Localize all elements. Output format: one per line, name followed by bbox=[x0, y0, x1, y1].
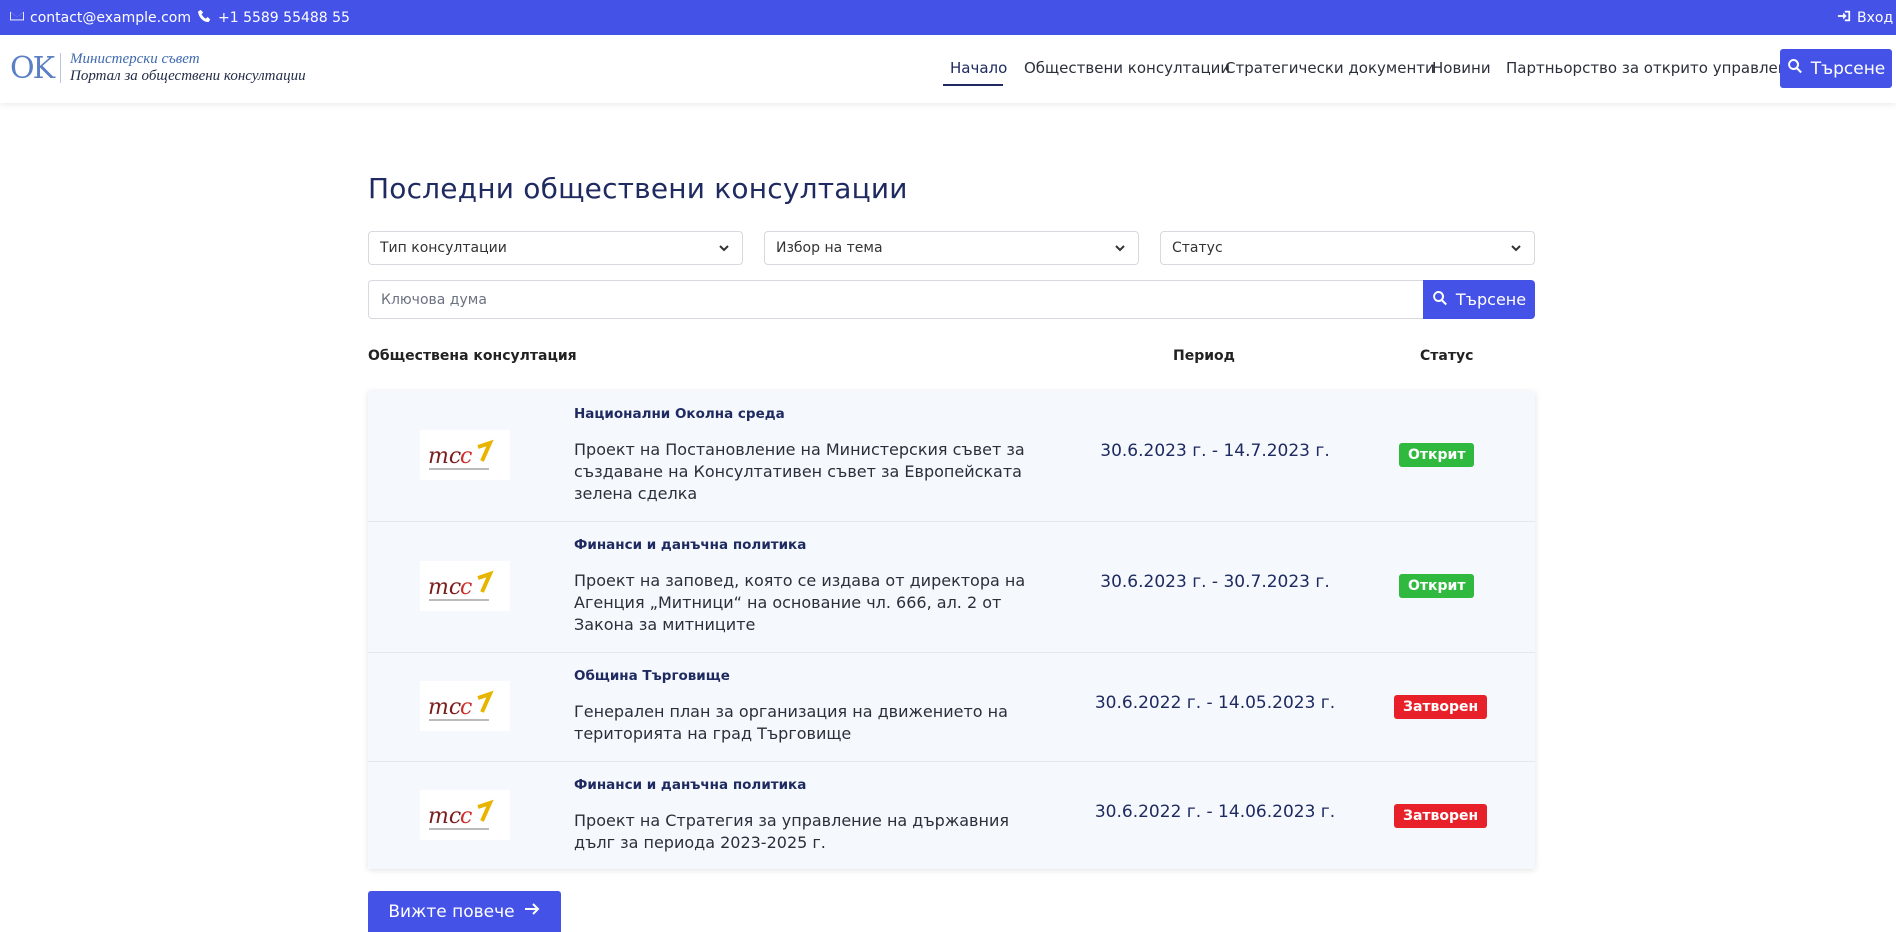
institution-logo: mc c bbox=[420, 681, 510, 731]
status-badge: Затворен bbox=[1394, 804, 1488, 828]
consultation-period: 30.6.2023 г. - 30.7.2023 г. bbox=[1100, 572, 1330, 592]
chevron-down-icon bbox=[1510, 242, 1522, 254]
contact-email-text: contact@example.com bbox=[30, 9, 191, 26]
arrow-right-icon bbox=[523, 900, 541, 923]
column-header-period: Период bbox=[1173, 348, 1235, 364]
contact-email[interactable]: contact@example.com bbox=[10, 0, 191, 35]
login-label: Вход bbox=[1857, 9, 1894, 26]
consultation-title[interactable]: Проект на Постановление на Министерския … bbox=[574, 439, 1044, 505]
header-search-button[interactable]: Търсене bbox=[1780, 49, 1892, 88]
logo-mark: OK bbox=[10, 50, 55, 86]
topic-value: Избор на тема bbox=[776, 240, 883, 256]
status-value: Статус bbox=[1172, 240, 1223, 256]
consultation-period: 30.6.2022 г. - 14.05.2023 г. bbox=[1094, 693, 1336, 713]
phone-icon bbox=[198, 9, 212, 27]
contact-phone-text: +1 5589 55488 55 bbox=[218, 9, 350, 26]
consultation-type-select[interactable]: Тип консултации bbox=[368, 231, 743, 265]
table-row[interactable]: mc c Национални Околна среда Проект на По… bbox=[368, 391, 1535, 522]
svg-text:mc: mc bbox=[428, 575, 461, 600]
nav-public-consultations[interactable]: Обществени консултации bbox=[1024, 59, 1230, 77]
table-row[interactable]: mc c Община Търговище Генерален план за о… bbox=[368, 653, 1535, 762]
keyword-search-button[interactable]: Търсене bbox=[1423, 280, 1535, 319]
nav-open-government[interactable]: Партньорство за открито управление bbox=[1506, 59, 1807, 77]
contact-phone[interactable]: +1 5589 55488 55 bbox=[198, 0, 350, 35]
keyword-search-label: Търсене bbox=[1455, 290, 1527, 309]
nav-home[interactable]: Начало bbox=[950, 59, 1007, 77]
consultations-table: mc c Национални Околна среда Проект на По… bbox=[368, 391, 1535, 869]
status-select[interactable]: Статус bbox=[1160, 231, 1535, 265]
svg-text:c: c bbox=[460, 695, 472, 720]
site-header: OK Министерски съвет Портал за обществен… bbox=[0, 35, 1896, 103]
consultation-title[interactable]: Проект на заповед, която се издава от ди… bbox=[574, 570, 1044, 636]
keyword-input[interactable] bbox=[368, 280, 1423, 319]
login-icon bbox=[1837, 9, 1851, 27]
consultation-title[interactable]: Генерален план за организация на движени… bbox=[574, 701, 1044, 745]
consultation-category: Финанси и данъчна политика bbox=[574, 537, 807, 553]
column-header-status: Статус bbox=[1420, 348, 1474, 364]
search-icon bbox=[1787, 58, 1803, 79]
chevron-down-icon bbox=[1114, 242, 1126, 254]
search-icon bbox=[1432, 290, 1448, 310]
consultation-period: 30.6.2023 г. - 14.7.2023 г. bbox=[1100, 441, 1330, 461]
consultation-category: Финанси и данъчна политика bbox=[574, 777, 807, 793]
status-badge: Затворен bbox=[1394, 695, 1488, 719]
status-badge: Открит bbox=[1399, 443, 1475, 467]
nav-news[interactable]: Новини bbox=[1432, 59, 1491, 77]
svg-text:mc: mc bbox=[428, 804, 461, 829]
institution-logo: mc c bbox=[420, 561, 510, 611]
institution-logo: mc c bbox=[420, 790, 510, 840]
status-badge: Открит bbox=[1399, 574, 1475, 598]
page-title: Последни обществени консултации bbox=[368, 172, 908, 205]
header-search-label: Търсене bbox=[1810, 58, 1886, 79]
nav-active-indicator bbox=[943, 84, 1003, 86]
top-contact-bar: contact@example.com +1 5589 55488 55 Вхо… bbox=[0, 0, 1896, 35]
svg-text:c: c bbox=[460, 804, 472, 829]
svg-text:c: c bbox=[460, 444, 472, 469]
chevron-down-icon bbox=[718, 242, 730, 254]
see-more-button[interactable]: Вижте повече bbox=[368, 891, 561, 932]
logo-line-2: Портал за обществени консултации bbox=[70, 68, 306, 84]
column-header-consultation: Обществена консултация bbox=[368, 348, 577, 364]
logo-text: Министерски съвет Портал за обществени к… bbox=[70, 51, 306, 85]
see-more-label: Вижте повече bbox=[388, 901, 515, 922]
consultation-category: Община Търговище bbox=[574, 668, 730, 684]
svg-text:mc: mc bbox=[428, 444, 461, 469]
table-row[interactable]: mc c Финанси и данъчна политика Проект на… bbox=[368, 762, 1535, 869]
consultation-type-value: Тип консултации bbox=[380, 240, 507, 256]
logo-line-1: Министерски съвет bbox=[70, 51, 200, 67]
svg-text:mc: mc bbox=[428, 695, 461, 720]
logo-divider bbox=[60, 53, 62, 83]
table-row[interactable]: mc c Финанси и данъчна политика Проект на… bbox=[368, 522, 1535, 653]
consultation-category: Национални Околна среда bbox=[574, 406, 785, 422]
site-logo[interactable]: OK Министерски съвет Портал за обществен… bbox=[10, 50, 306, 86]
svg-text:c: c bbox=[460, 575, 472, 600]
consultation-title[interactable]: Проект на Стратегия за управление на дър… bbox=[574, 810, 1044, 854]
envelope-icon bbox=[10, 9, 24, 27]
consultation-period: 30.6.2022 г. - 14.06.2023 г. bbox=[1094, 802, 1336, 822]
nav-strategic-documents[interactable]: Стратегически документи bbox=[1225, 59, 1435, 77]
login-link[interactable]: Вход bbox=[1837, 0, 1893, 35]
topic-select[interactable]: Избор на тема bbox=[764, 231, 1139, 265]
institution-logo: mc c bbox=[420, 430, 510, 480]
